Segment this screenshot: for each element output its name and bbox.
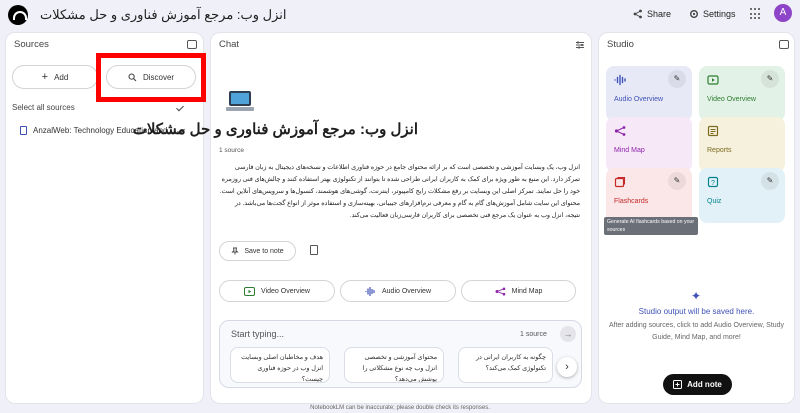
chat-input-box[interactable]: Start typing... 1 source → هدف و مخاطبان…	[219, 320, 582, 388]
copy-icon[interactable]	[310, 245, 318, 255]
tile-label: Video Overview	[707, 96, 756, 103]
studio-tile-audio-overview[interactable]: Audio Overview ✎	[606, 66, 692, 121]
mind-map-label: Mind Map	[511, 287, 543, 295]
video-overview-button[interactable]: Video Overview	[219, 280, 335, 302]
top-bar: انزل وب: مرجع آموزش فناوری و حل مشکلات S…	[0, 0, 800, 30]
suggested-question[interactable]: محتوای آموزشی و تخصصی انزل وب چه نوع مشک…	[344, 347, 444, 383]
settings-button[interactable]: Settings	[689, 5, 736, 23]
chevron-right-icon[interactable]: ›	[557, 357, 577, 377]
studio-empty-title: Studio output will be saved here.	[638, 307, 755, 316]
notebook-heading: انزل وب: مرجع آموزش فناوری و حل مشکلات	[132, 121, 418, 138]
notebook-summary: انزل وب، یک وبسایت آموزشی و تخصصی است که…	[218, 162, 580, 222]
add-source-button[interactable]: + Add	[12, 65, 98, 89]
audio-overview-button[interactable]: Audio Overview	[340, 280, 456, 302]
edit-pencil-icon[interactable]: ✎	[761, 70, 779, 88]
discover-highlight-box	[96, 53, 206, 102]
notebook-title[interactable]: انزل وب: مرجع آموزش فناوری و حل مشکلات	[40, 7, 287, 23]
tile-label: Quiz	[707, 198, 722, 205]
input-source-count: 1 source	[520, 331, 547, 338]
source-count: 1 source	[219, 147, 244, 154]
notebooklm-logo-icon[interactable]	[8, 5, 28, 25]
flashcards-tooltip: Generate AI flashcards based on your sou…	[604, 217, 698, 235]
chat-title: Chat	[219, 39, 240, 50]
share-icon	[633, 9, 642, 19]
edit-pencil-icon[interactable]: ✎	[668, 172, 686, 190]
summary-line: محتوای این سایت شامل آموزش‌های گام به گا…	[234, 200, 580, 207]
reports-icon	[707, 125, 719, 137]
studio-tile-reports[interactable]: Reports	[699, 117, 785, 172]
share-label: Share	[647, 9, 672, 19]
summary-line: تمرکز دارد. این منبع به طور ویژه برای کم…	[221, 176, 580, 183]
audio-overview-label: Audio Overview	[381, 287, 432, 295]
summary-line: نتیجه، انزل وب به عنوان یک مرجع فنی تخصص…	[349, 212, 580, 219]
studio-empty-subtitle: After adding sources, click to add Audio…	[608, 322, 785, 341]
share-button[interactable]: Share	[633, 5, 671, 23]
tile-label: Reports	[707, 147, 732, 154]
suggested-question[interactable]: هدف و مخاطبان اصلی وبسایت انزل وب در حوز…	[230, 347, 330, 383]
flashcards-icon	[614, 176, 626, 188]
video-icon	[707, 75, 719, 85]
tile-label: Mind Map	[614, 147, 645, 154]
pin-icon	[231, 247, 239, 255]
studio-title: Studio	[607, 39, 634, 50]
suggested-question[interactable]: چگونه به کاربران ایرانی در تکنولوژی کمک …	[458, 347, 553, 383]
summary-line: خود را حل نمایند. تمرکز اصلی این وبسایت …	[219, 188, 580, 195]
plus-icon: +	[41, 71, 49, 83]
audio-waveform-icon	[365, 286, 375, 296]
edit-pencil-icon[interactable]: ✎	[668, 70, 686, 88]
add-note-button[interactable]: Add note	[663, 374, 732, 395]
note-add-icon	[673, 380, 683, 389]
studio-tile-mind-map[interactable]: Mind Map	[606, 117, 692, 172]
mind-map-icon	[495, 287, 505, 295]
video-overview-label: Video Overview	[261, 287, 310, 295]
send-arrow-icon[interactable]: →	[560, 326, 576, 342]
select-all-checkbox[interactable]	[176, 104, 184, 112]
document-icon	[20, 126, 27, 135]
mind-map-button[interactable]: Mind Map	[461, 280, 576, 302]
studio-tile-quiz[interactable]: ? Quiz ✎	[699, 168, 785, 223]
laptop-emoji-icon	[226, 91, 254, 113]
audio-waveform-icon	[614, 74, 626, 86]
studio-tile-video-overview[interactable]: Video Overview ✎	[699, 66, 785, 121]
collapse-panel-icon[interactable]	[187, 40, 197, 49]
tile-label: Audio Overview	[614, 96, 664, 103]
save-to-note-button[interactable]: Save to note	[219, 241, 296, 261]
magic-wand-icon: ✦	[691, 289, 702, 303]
chat-input-placeholder[interactable]: Start typing...	[231, 329, 284, 339]
apps-grid-icon[interactable]	[750, 8, 762, 20]
svg-text:?: ?	[711, 180, 715, 187]
avatar[interactable]: A	[774, 4, 792, 22]
collapse-studio-icon[interactable]	[779, 40, 789, 49]
edit-pencil-icon[interactable]: ✎	[761, 172, 779, 190]
add-label: Add	[54, 72, 69, 82]
tile-label: Flashcards	[614, 198, 649, 205]
add-note-label: Add note	[687, 380, 722, 389]
video-icon	[244, 286, 256, 296]
select-all-label: Select all sources	[12, 103, 75, 112]
mind-map-icon	[614, 126, 626, 136]
sources-title: Sources	[14, 39, 49, 50]
save-to-note-label: Save to note	[244, 247, 284, 255]
gear-icon	[690, 10, 698, 18]
summary-line: انزل وب، یک وبسایت آموزشی و تخصصی است که…	[234, 164, 580, 171]
disclaimer-text: NotebookLM can be inaccurate; please dou…	[310, 405, 490, 411]
settings-label: Settings	[703, 9, 736, 19]
tune-icon[interactable]	[575, 40, 585, 50]
quiz-icon: ?	[707, 176, 719, 188]
studio-tile-flashcards[interactable]: Flashcards ✎	[606, 168, 692, 223]
